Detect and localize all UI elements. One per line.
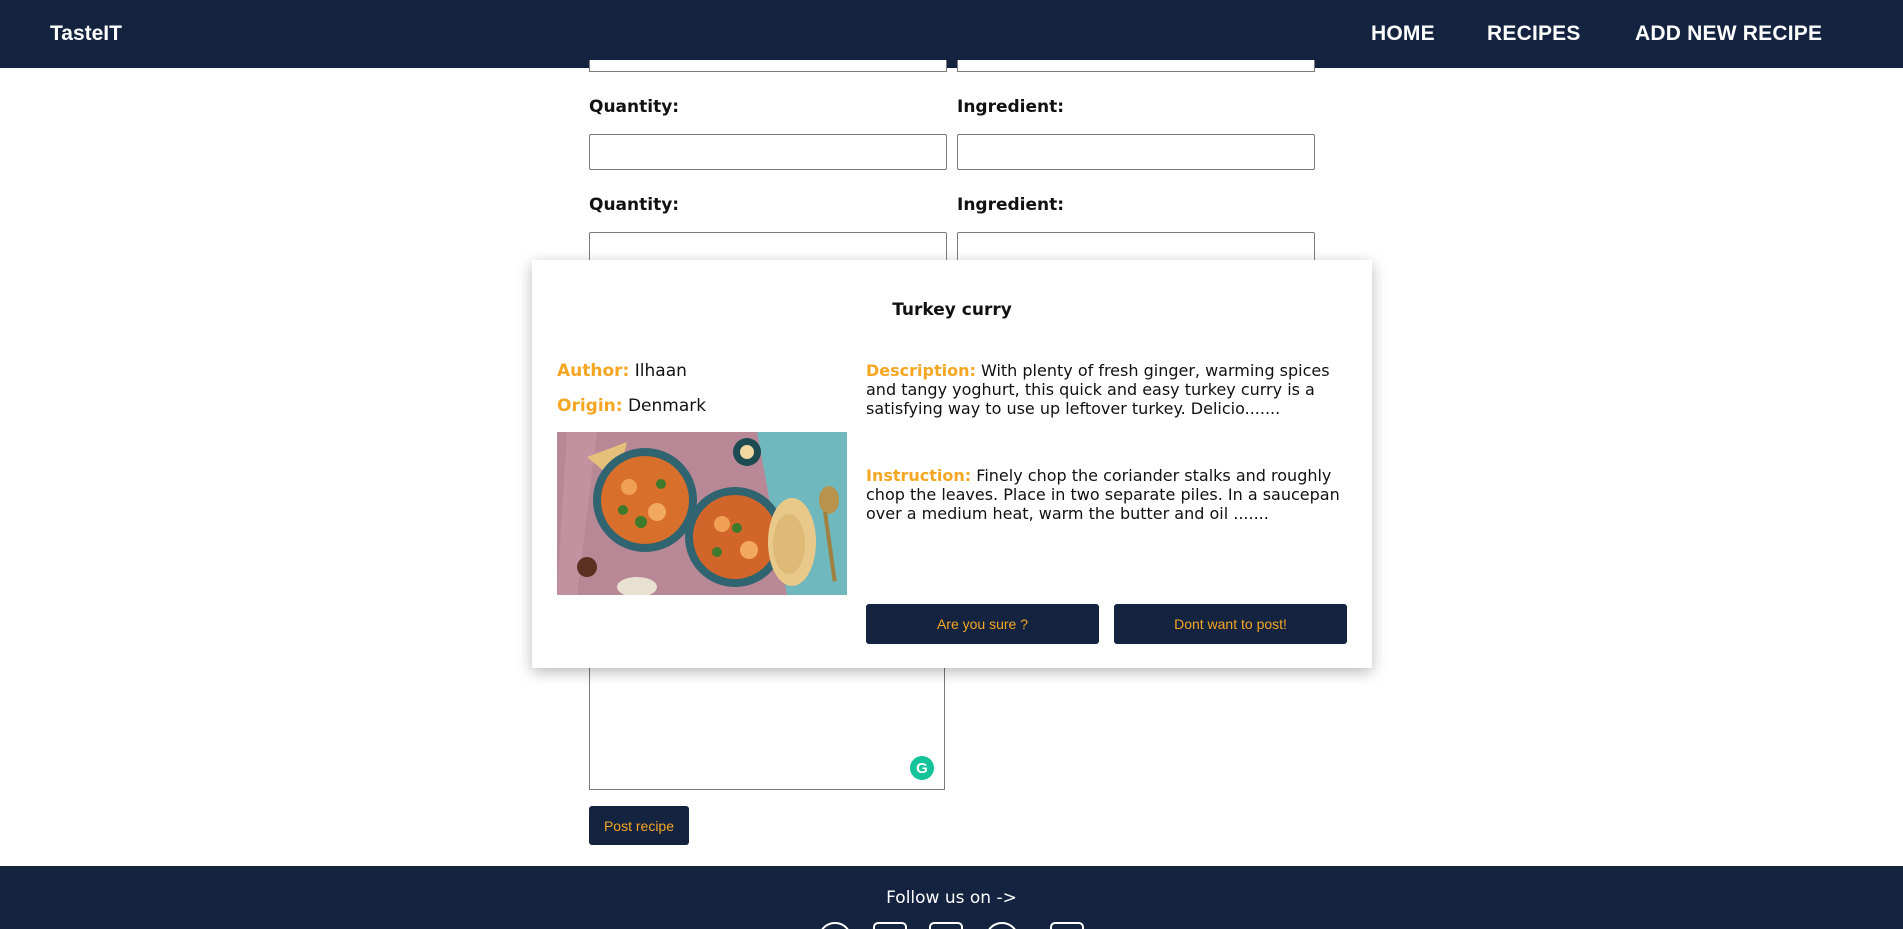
cancel-post-button[interactable]: Dont want to post! [1114, 604, 1347, 644]
recipe-title: Turkey curry [892, 300, 1012, 320]
author-key: Author: [557, 361, 630, 381]
origin-key: Origin: [557, 396, 623, 416]
instructions-textarea[interactable] [589, 660, 945, 790]
linkedin-icon[interactable] [929, 922, 963, 929]
nav-home[interactable]: HOME [1371, 22, 1435, 46]
top-navbar: TasteIT HOME RECIPES ADD NEW RECIPE [0, 0, 1903, 68]
nav-recipes[interactable]: RECIPES [1487, 22, 1581, 46]
follow-us-text: Follow us on -> [886, 888, 1017, 908]
origin-line: Origin: Denmark [557, 396, 706, 416]
ingredient-input[interactable] [957, 134, 1315, 170]
quantity-label: Quantity: [589, 97, 680, 117]
brand-logo[interactable]: TasteIT [50, 22, 122, 46]
recipe-preview-modal: Turkey curry Author: Ilhaan Origin: Denm… [532, 260, 1372, 668]
youtube-icon[interactable] [1050, 922, 1084, 929]
pinterest-icon[interactable] [985, 922, 1019, 929]
author-line: Author: Ilhaan [557, 361, 687, 381]
origin-value: Denmark [627, 396, 707, 416]
ingredient-label: Ingredient: [957, 97, 1065, 117]
recipe-image [557, 432, 847, 595]
instruction-text: Instruction: Finely chop the coriander s… [866, 466, 1351, 523]
footer: Follow us on -> [0, 866, 1903, 929]
instruction-key: Instruction: [866, 466, 972, 485]
description-text: Description: With plenty of fresh ginger… [866, 361, 1351, 418]
confirm-post-button[interactable]: Are you sure ? [866, 604, 1099, 644]
ingredient-name-input[interactable] [957, 60, 1315, 72]
facebook-icon[interactable] [818, 922, 852, 929]
author-value: Ilhaan [634, 361, 687, 381]
nav-add-new-recipe[interactable]: ADD NEW RECIPE [1635, 22, 1822, 46]
instagram-icon[interactable] [873, 922, 907, 929]
grammarly-icon[interactable]: G [910, 756, 934, 780]
quantity-input[interactable] [589, 134, 947, 170]
ingredient-quantity-input[interactable] [589, 60, 947, 72]
post-recipe-button[interactable]: Post recipe [589, 806, 689, 845]
ingredient-label: Ingredient: [957, 195, 1065, 215]
quantity-label: Quantity: [589, 195, 680, 215]
description-key: Description: [866, 361, 976, 380]
